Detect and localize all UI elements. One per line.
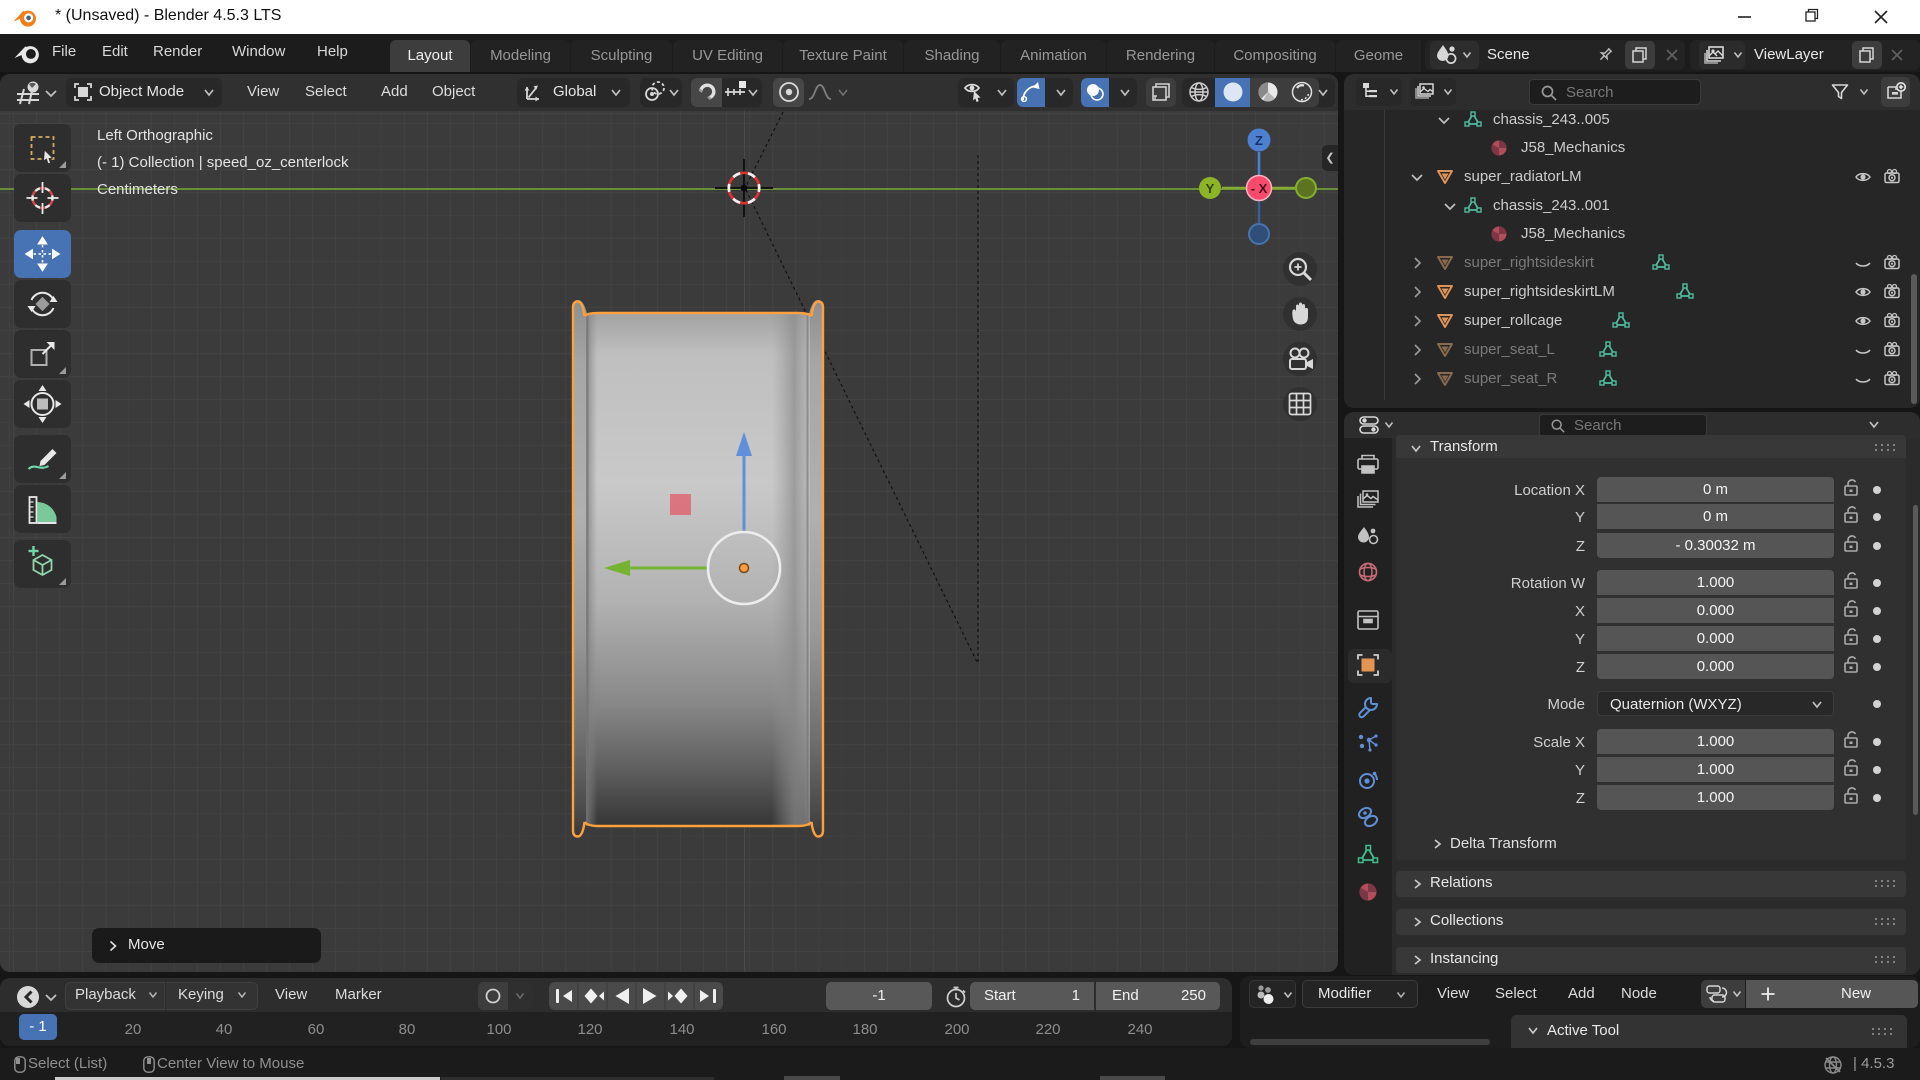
svg-text:Y: Y (1206, 181, 1215, 196)
svg-text:- X: - X (1251, 181, 1268, 196)
svg-text:Z: Z (1255, 133, 1263, 148)
